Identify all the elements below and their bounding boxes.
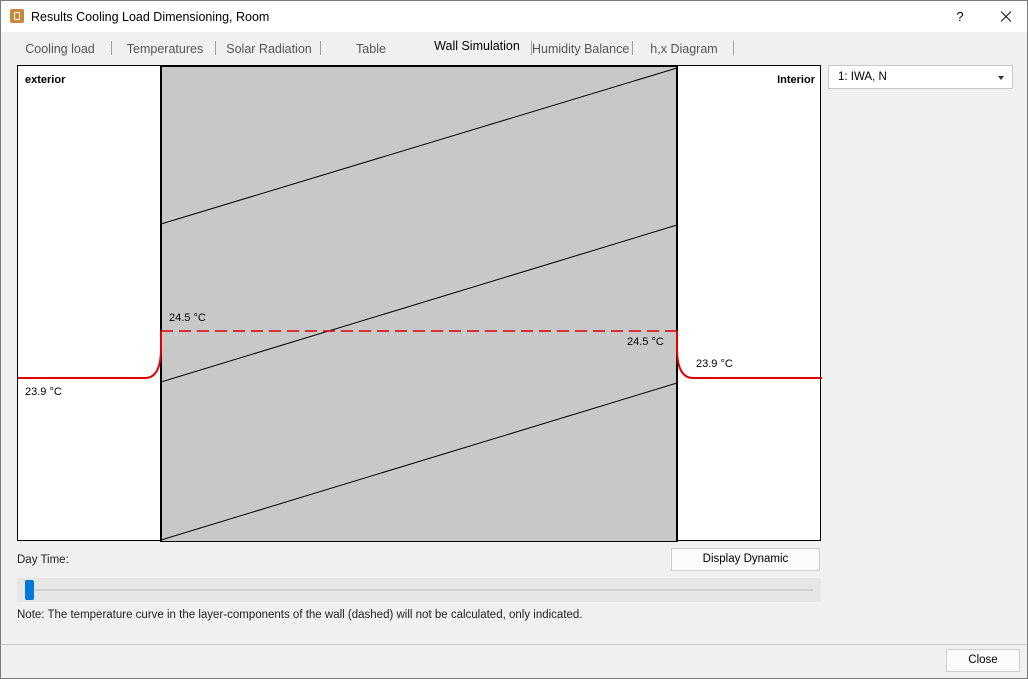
tab-separator bbox=[111, 41, 112, 55]
tab-table[interactable]: Table bbox=[331, 36, 411, 62]
tab-solar-radiation[interactable]: Solar Radiation bbox=[219, 36, 319, 62]
chevron-down-icon bbox=[998, 76, 1004, 80]
close-button[interactable]: Close bbox=[946, 649, 1020, 672]
temp-curve-exterior bbox=[18, 331, 162, 379]
layer-select-value: 1: IWA, N bbox=[838, 71, 887, 83]
help-button[interactable]: ? bbox=[941, 1, 979, 32]
tab-bar: Cooling load Temperatures Solar Radiatio… bbox=[15, 36, 755, 62]
exterior-label: exterior bbox=[25, 74, 66, 86]
interior-label: Interior bbox=[777, 74, 815, 86]
note-text: Note: The temperature curve in the layer… bbox=[17, 609, 583, 621]
window-title: Results Cooling Load Dimensioning, Room bbox=[31, 10, 270, 24]
tab-cooling-load[interactable]: Cooling load bbox=[15, 36, 105, 62]
wall-simulation-plot: exterior Interior 24.5 °C 24.5 °C 23.9 °… bbox=[17, 65, 822, 542]
tab-separator bbox=[632, 41, 633, 55]
tab-hx-diagram[interactable]: h,x Diagram bbox=[641, 36, 727, 62]
close-icon[interactable] bbox=[986, 1, 1026, 32]
day-time-label: Day Time: bbox=[17, 554, 69, 566]
slider-thumb[interactable] bbox=[25, 580, 34, 600]
layer-select[interactable]: 1: IWA, N bbox=[828, 65, 1013, 89]
day-time-slider[interactable] bbox=[17, 578, 821, 602]
title-bar: Results Cooling Load Dimensioning, Room … bbox=[1, 1, 1027, 32]
results-dialog: Results Cooling Load Dimensioning, Room … bbox=[0, 0, 1028, 679]
app-icon bbox=[10, 9, 24, 23]
wall-plot-canvas bbox=[18, 66, 822, 542]
temp-label-wall-exterior: 24.5 °C bbox=[169, 312, 206, 324]
temp-label-interior-air: 23.9 °C bbox=[696, 358, 733, 370]
tab-separator bbox=[215, 41, 216, 55]
footer-divider bbox=[1, 644, 1027, 645]
temp-label-exterior-air: 23.9 °C bbox=[25, 386, 62, 398]
tab-separator bbox=[320, 41, 321, 55]
temp-curve-interior bbox=[676, 331, 822, 379]
tab-wall-simulation[interactable]: Wall Simulation bbox=[427, 33, 527, 59]
temp-label-wall-interior: 24.5 °C bbox=[627, 336, 664, 348]
tab-humidity-balance[interactable]: Humidity Balance bbox=[532, 36, 629, 62]
tab-temperatures[interactable]: Temperatures bbox=[119, 36, 211, 62]
tab-separator bbox=[733, 41, 734, 55]
display-dynamic-button[interactable]: Display Dynamic bbox=[671, 548, 820, 571]
slider-groove bbox=[27, 589, 813, 591]
